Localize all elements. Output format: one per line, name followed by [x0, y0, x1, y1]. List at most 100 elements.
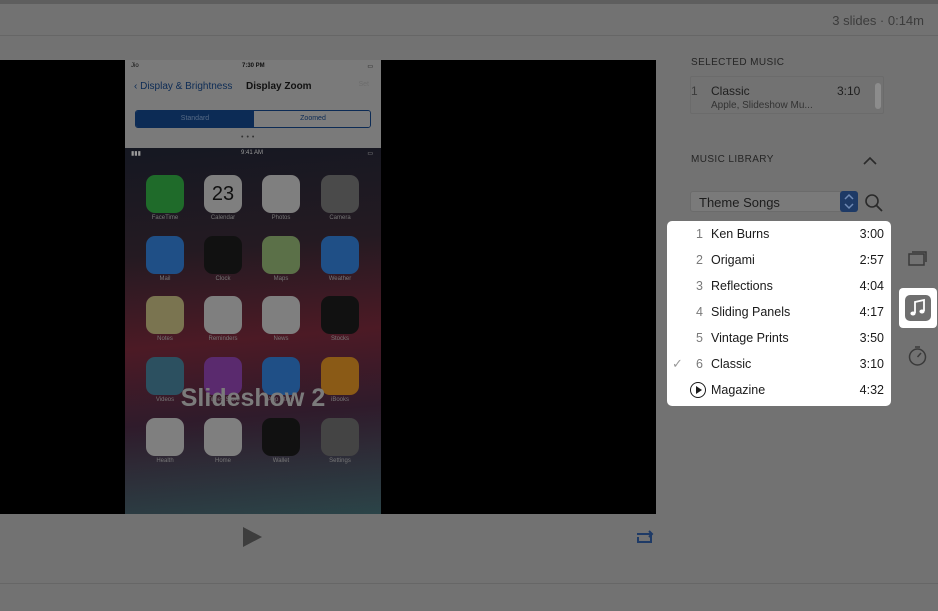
song-title: Reflections: [711, 279, 773, 293]
play-circle-icon[interactable]: [690, 382, 706, 398]
selected-track-time: 3:10: [837, 84, 861, 98]
carrier-label: Jio: [131, 63, 139, 69]
playback-controls: [0, 514, 656, 558]
slide-count-duration: 3 slides · 0:14m: [832, 13, 924, 28]
segment-zoomed: Zoomed: [254, 111, 370, 127]
song-number: 2: [696, 253, 703, 267]
song-number: 4: [696, 305, 703, 319]
bottom-border: [0, 583, 938, 584]
slideshow-viewer[interactable]: Jio 7:30 PM ▭ ‹ Display & Brightness Dis…: [0, 60, 656, 514]
battery-icon: ▭: [367, 64, 373, 70]
app-label: Calendar: [210, 215, 236, 221]
chevron-updown-icon: [840, 191, 858, 212]
play-button[interactable]: [243, 527, 262, 547]
theme-songs-list: 1 Ken Burns 3:00 2 Origami 2:57 3 Reflections 4:…: [667, 221, 891, 406]
song-duration: 3:10: [859, 357, 884, 371]
song-duration: 4:17: [859, 305, 884, 319]
app-label: Clock: [215, 276, 231, 282]
song-title: Vintage Prints: [711, 331, 789, 345]
battery-icon: ▭: [367, 151, 373, 157]
app-icon-weather: [321, 236, 359, 274]
music-tab-button[interactable]: [899, 288, 937, 328]
song-duration: 2:57: [859, 253, 884, 267]
song-number: 3: [696, 279, 703, 293]
status-bar: Jio 7:30 PM ▭: [125, 60, 381, 74]
selected-music-list[interactable]: 1 Classic 3:10 Apple, Slideshow Mu...: [690, 76, 884, 114]
app-label: Mail: [159, 276, 171, 282]
app-icon-news: [262, 296, 300, 334]
selected-music-heading: SELECTED MUSIC: [691, 57, 785, 68]
signal-icon: ▮▮▮: [131, 151, 141, 157]
chevron-up-icon[interactable]: [863, 156, 877, 166]
settings-screen: Jio 7:30 PM ▭ ‹ Display & Brightness Dis…: [125, 60, 381, 148]
app-label: Settings: [329, 458, 351, 464]
app-label: Weather: [328, 276, 352, 282]
nav-title: Display Zoom: [246, 81, 312, 92]
loop-icon[interactable]: [634, 529, 656, 545]
app-label: Camera: [329, 215, 351, 221]
scrollbar[interactable]: [875, 83, 881, 109]
home-screen: ▮▮▮ 9:41 AM ▭ FaceTime 23 Calendar Photos Ca…: [125, 148, 381, 514]
song-title: Magazine: [711, 383, 766, 397]
song-duration: 3:50: [859, 331, 884, 345]
segment-standard: Standard: [136, 111, 254, 127]
selected-track-artist: Apple, Slideshow Mu...: [711, 100, 813, 111]
app-label: Photos: [271, 215, 291, 221]
search-icon[interactable]: [864, 193, 884, 213]
song-row[interactable]: 2 Origami 2:57: [667, 247, 891, 273]
zoom-segment-control: Standard Zoomed: [135, 110, 371, 128]
app-label: Home: [214, 458, 231, 464]
app-label: Wallet: [272, 458, 290, 464]
nav-back-link: ‹ Display & Brightness: [134, 81, 233, 92]
song-row[interactable]: 4 Sliding Panels 4:17: [667, 299, 891, 325]
dropdown-value: Theme Songs: [699, 195, 780, 210]
app-icon-camera: [321, 175, 359, 213]
toolbar: 3 slides · 0:14m: [0, 4, 938, 36]
app-label: FaceTime: [151, 215, 179, 221]
music-note-icon: [905, 295, 931, 321]
song-title: Origami: [711, 253, 755, 267]
app-label: Reminders: [208, 336, 238, 342]
app-label: Maps: [273, 276, 289, 282]
app-icon-photos: [262, 175, 300, 213]
selected-track-number: 1: [691, 84, 698, 98]
app-icon-home: [204, 418, 242, 456]
song-title: Ken Burns: [711, 227, 770, 241]
app-icon-reminders: [204, 296, 242, 334]
app-label: Notes: [157, 336, 173, 342]
song-number: 1: [696, 227, 703, 241]
app-icon-maps: [262, 236, 300, 274]
slides-icon[interactable]: [907, 249, 927, 267]
song-duration: 4:04: [859, 279, 884, 293]
app-icon-stocks: [321, 296, 359, 334]
song-row[interactable]: 3 Reflections 4:04: [667, 273, 891, 299]
app-icon-calendar: 23: [204, 175, 242, 213]
song-row[interactable]: 5 Vintage Prints 3:50: [667, 325, 891, 351]
timer-icon[interactable]: [907, 345, 928, 367]
nav-set-button: Set: [358, 81, 369, 88]
calendar-day: 23: [211, 183, 235, 205]
home-time: 9:41 AM: [241, 150, 264, 156]
music-source-dropdown[interactable]: Theme Songs: [690, 191, 858, 212]
app-icon-notes: [146, 296, 184, 334]
song-row[interactable]: ✓ 6 Classic 3:10: [667, 351, 891, 377]
song-number: 6: [696, 357, 703, 371]
app-icon-settings: [321, 418, 359, 456]
song-duration: 4:32: [859, 383, 884, 397]
song-row[interactable]: 1 Ken Burns 3:00: [667, 221, 891, 247]
app-icon-mail: [146, 236, 184, 274]
song-number: 5: [696, 331, 703, 345]
song-duration: 3:00: [859, 227, 884, 241]
song-title: Classic: [711, 357, 752, 371]
slide-title-watermark: Slideshow 2: [180, 384, 326, 412]
nav-bar: ‹ Display & Brightness Display Zoom Set: [125, 78, 381, 96]
app-icon-health: [146, 418, 184, 456]
music-library-heading: MUSIC LIBRARY: [691, 154, 774, 165]
app-icon-wallet: [262, 418, 300, 456]
selected-track-title: Classic: [711, 84, 750, 98]
app-label: Health: [156, 458, 174, 464]
song-row[interactable]: Magazine 4:32: [667, 377, 891, 403]
app-label: News: [273, 336, 289, 342]
app-icon-clock: [204, 236, 242, 274]
slide-image: Jio 7:30 PM ▭ ‹ Display & Brightness Dis…: [125, 60, 381, 514]
